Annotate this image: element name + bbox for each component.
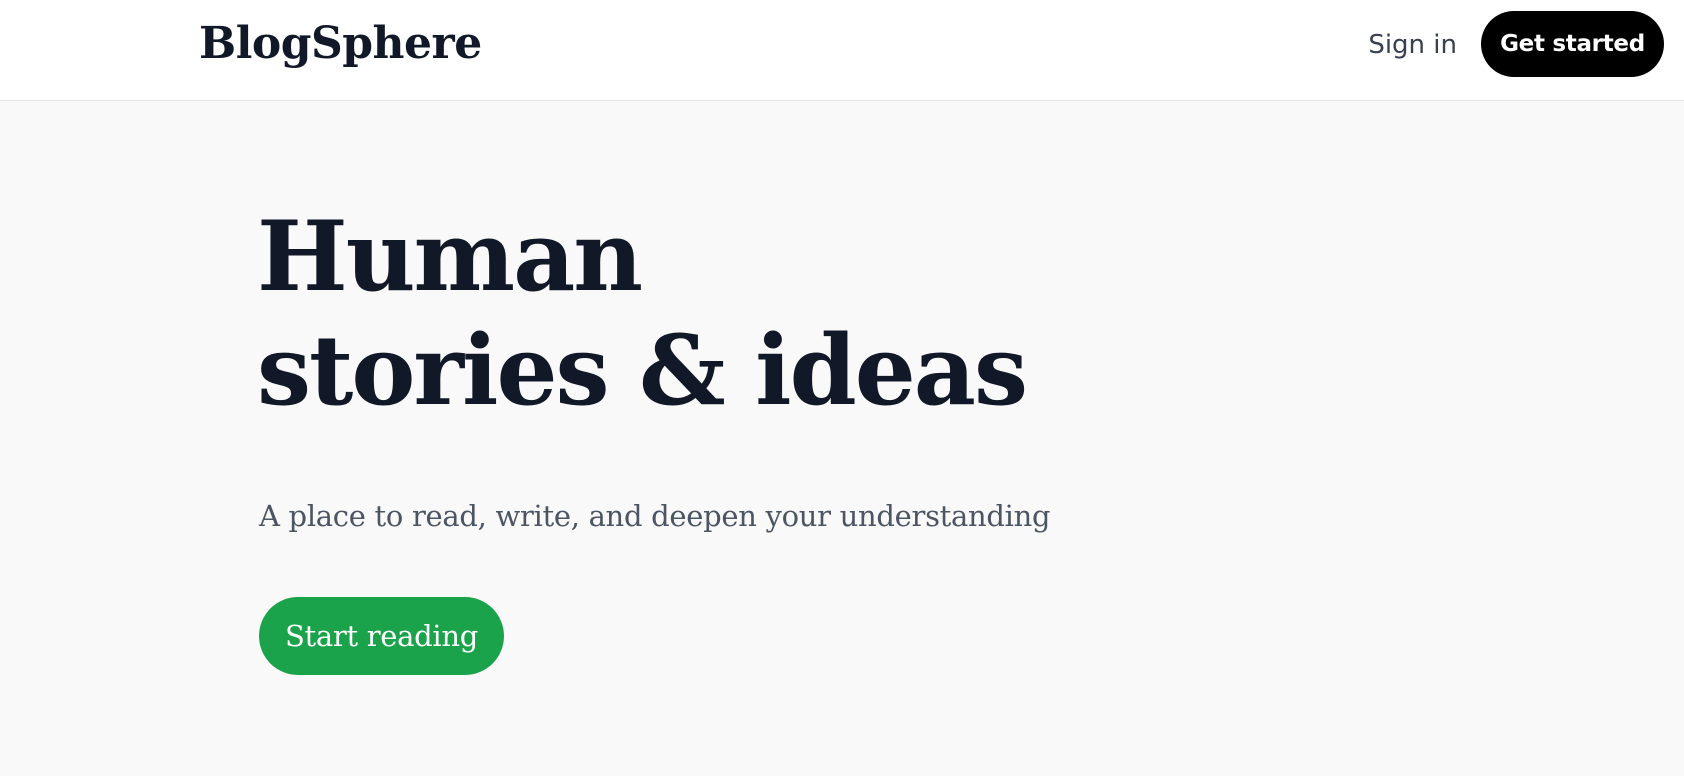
brand-logo[interactable]: BlogSphere	[199, 14, 482, 74]
hero-title-line-2: stories & ideas	[257, 314, 1028, 427]
start-reading-button[interactable]: Start reading	[259, 597, 504, 675]
hero-title-line-1: Human	[257, 200, 643, 313]
get-started-button[interactable]: Get started	[1481, 11, 1664, 77]
hero-tagline: A place to read, write, and deepen your …	[259, 499, 1051, 533]
hero-title: Human stories & ideas	[257, 200, 1028, 428]
top-navbar: BlogSphere Sign in Get started	[0, 0, 1684, 101]
sign-in-link[interactable]: Sign in	[1368, 27, 1457, 63]
